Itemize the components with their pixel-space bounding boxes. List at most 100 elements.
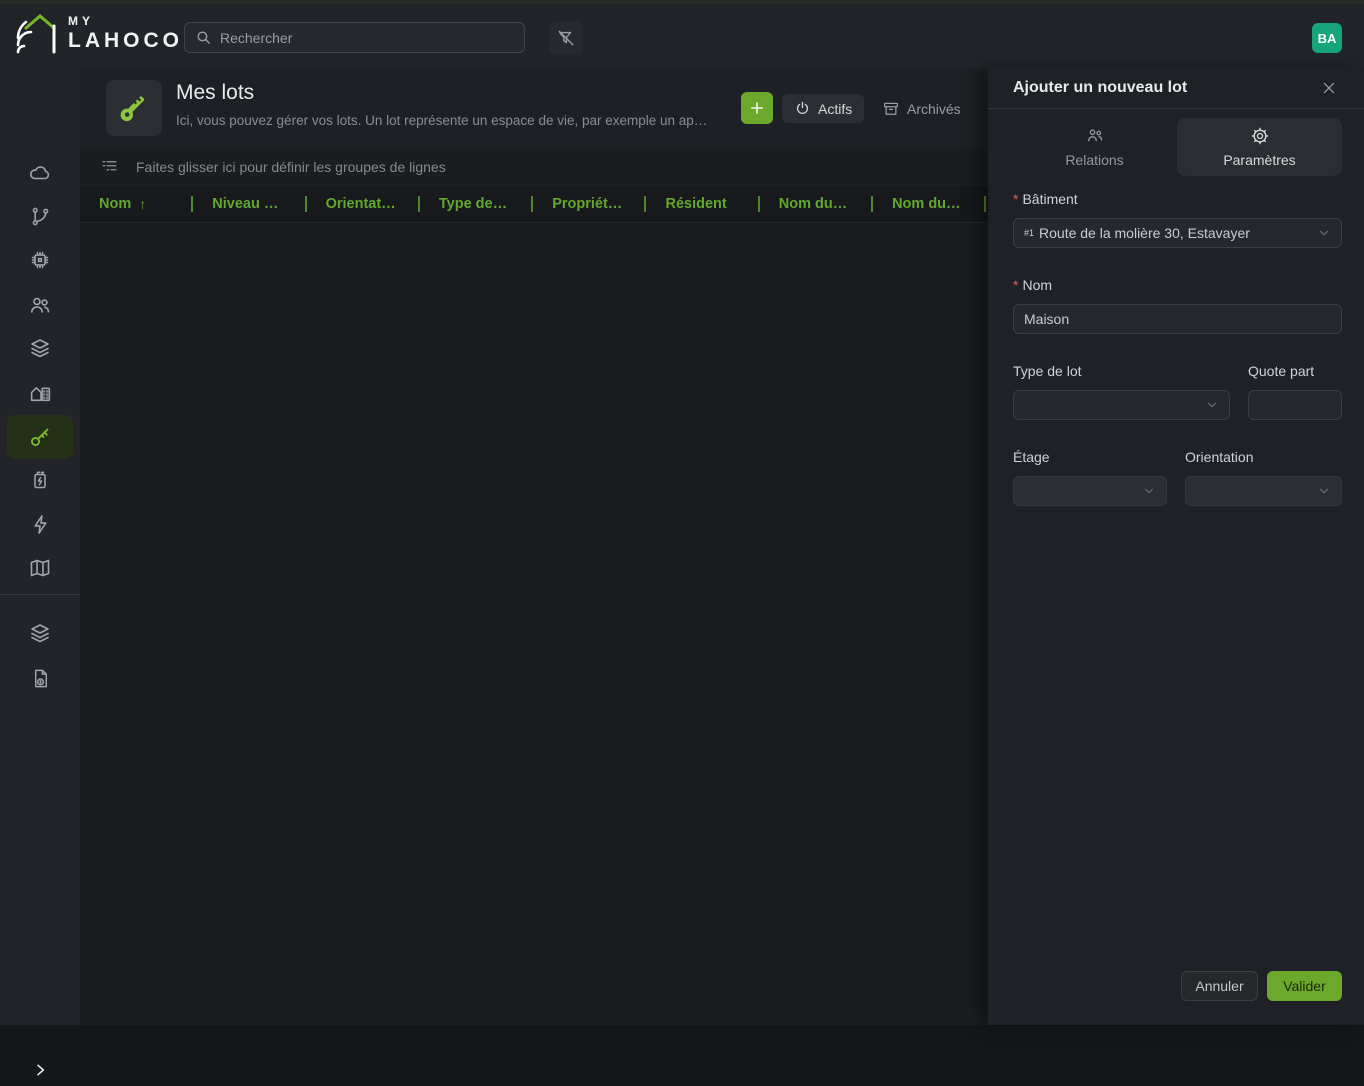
page-title: Mes lots bbox=[176, 81, 254, 105]
batiment-select[interactable]: #1 Route de la molière 30, Estavayer bbox=[1013, 218, 1342, 248]
sidebar-item-building-meter[interactable] bbox=[0, 375, 80, 409]
chevron-right-icon bbox=[32, 1062, 48, 1078]
sidebar-collapse-button[interactable] bbox=[0, 1054, 80, 1086]
group-rows-icon bbox=[100, 157, 119, 176]
user-avatar[interactable]: BA bbox=[1312, 23, 1342, 53]
submit-button[interactable]: Valider bbox=[1267, 971, 1342, 1001]
search-icon bbox=[195, 29, 212, 46]
main-content: Mes lots Ici, vous pouvez gérer vos lots… bbox=[80, 68, 988, 1025]
nom-input[interactable] bbox=[1024, 311, 1331, 327]
required-asterisk: * bbox=[1013, 277, 1018, 293]
relations-icon bbox=[1085, 126, 1105, 146]
invoice-icon bbox=[29, 667, 52, 690]
filter-slash-icon bbox=[556, 28, 576, 48]
sidebar bbox=[0, 68, 80, 1025]
sidebar-item-lots[interactable] bbox=[7, 415, 73, 459]
key-icon bbox=[117, 91, 151, 125]
add-lot-panel: Ajouter un nouveau lot Relations Paramèt… bbox=[988, 68, 1364, 1025]
grid-column-header[interactable]: Type de… bbox=[420, 186, 533, 222]
orientation-label: Orientation bbox=[1185, 449, 1253, 465]
nom-label: *Nom bbox=[1013, 277, 1052, 293]
chevron-down-icon bbox=[1142, 484, 1156, 498]
key-icon bbox=[28, 425, 52, 449]
bolt-icon bbox=[29, 513, 52, 536]
required-asterisk: * bbox=[1013, 191, 1018, 207]
filter-archives-button[interactable]: Archivés bbox=[870, 94, 973, 123]
layers-icon bbox=[28, 336, 52, 360]
sidebar-item-users[interactable] bbox=[0, 288, 80, 322]
logo-brand: LAHOCO bbox=[68, 30, 183, 51]
panel-title: Ajouter un nouveau lot bbox=[1013, 79, 1187, 97]
close-icon bbox=[1321, 80, 1337, 96]
gear-icon bbox=[1250, 126, 1270, 146]
quote-part-input[interactable] bbox=[1259, 397, 1331, 413]
tab-relations-label: Relations bbox=[1065, 152, 1123, 168]
grid-body-empty[interactable] bbox=[80, 222, 988, 1025]
sidebar-item-energy[interactable] bbox=[0, 507, 80, 541]
chip-icon bbox=[28, 248, 52, 272]
etage-label: Étage bbox=[1013, 449, 1050, 465]
batiment-label: *Bâtiment bbox=[1013, 191, 1078, 207]
grid-column-header[interactable]: Nom du… bbox=[760, 186, 873, 222]
row-group-hint: Faites glisser ici pour définir les grou… bbox=[136, 159, 446, 175]
sidebar-divider bbox=[0, 594, 80, 595]
clear-filters-button[interactable] bbox=[549, 21, 583, 55]
logo-my: MY bbox=[68, 15, 183, 27]
sidebar-item-battery[interactable] bbox=[0, 463, 80, 497]
tab-relations[interactable]: Relations bbox=[1012, 118, 1177, 176]
orientation-select[interactable] bbox=[1185, 476, 1342, 506]
chevron-down-icon bbox=[1317, 484, 1331, 498]
filter-archives-label: Archivés bbox=[907, 101, 961, 117]
users-icon bbox=[28, 293, 52, 317]
lots-grid: Faites glisser ici pour définir les grou… bbox=[80, 148, 988, 1025]
power-icon bbox=[794, 100, 811, 117]
plus-icon bbox=[748, 99, 766, 117]
grid-column-header[interactable]: Propriét… bbox=[533, 186, 646, 222]
lahoco-house-icon bbox=[14, 10, 58, 56]
sidebar-item-devices[interactable] bbox=[0, 243, 80, 277]
type-de-lot-select[interactable] bbox=[1013, 390, 1230, 420]
sidebar-item-invoices[interactable] bbox=[0, 661, 80, 695]
battery-icon bbox=[28, 468, 52, 492]
type-de-lot-label: Type de lot bbox=[1013, 363, 1082, 379]
etage-select[interactable] bbox=[1013, 476, 1167, 506]
row-group-drop-zone[interactable]: Faites glisser ici pour définir les grou… bbox=[80, 148, 988, 186]
batiment-tag: #1 bbox=[1024, 228, 1034, 238]
search-input[interactable] bbox=[220, 30, 514, 46]
topbar: MY LAHOCO BA bbox=[0, 4, 1364, 68]
grid-column-header[interactable]: Résident bbox=[646, 186, 759, 222]
cancel-button[interactable]: Annuler bbox=[1181, 971, 1258, 1001]
sidebar-item-layers[interactable] bbox=[0, 331, 80, 365]
quote-part-label: Quote part bbox=[1248, 363, 1314, 379]
grid-column-header[interactable]: Nom du… bbox=[873, 186, 986, 222]
grid-column-header[interactable]: Niveau … bbox=[193, 186, 306, 222]
cloud-icon bbox=[28, 161, 52, 185]
global-search[interactable] bbox=[184, 22, 525, 53]
grid-column-header[interactable]: Nom↑ bbox=[80, 186, 193, 222]
batiment-value: Route de la molière 30, Estavayer bbox=[1039, 225, 1250, 241]
grid-column-header[interactable]: Orientat… bbox=[307, 186, 420, 222]
sort-asc-icon: ↑ bbox=[139, 196, 146, 212]
quote-part-field[interactable] bbox=[1248, 390, 1342, 420]
sidebar-item-map[interactable] bbox=[0, 551, 80, 585]
nom-field[interactable] bbox=[1013, 304, 1342, 334]
add-lot-button[interactable] bbox=[741, 92, 773, 124]
page-icon-tile bbox=[106, 80, 162, 136]
app-logo[interactable]: MY LAHOCO bbox=[14, 10, 183, 56]
app-root: MY LAHOCO BA bbox=[0, 0, 1364, 1025]
chevron-down-icon bbox=[1205, 398, 1219, 412]
close-panel-button[interactable] bbox=[1318, 77, 1340, 99]
page-subtitle: Ici, vous pouvez gérer vos lots. Un lot … bbox=[176, 113, 736, 128]
panel-tabs: Relations Paramètres bbox=[1012, 118, 1342, 176]
sidebar-item-layers-alt[interactable] bbox=[0, 616, 80, 650]
layers-alt-icon bbox=[28, 621, 52, 645]
sidebar-item-cloud[interactable] bbox=[0, 156, 80, 190]
panel-header: Ajouter un nouveau lot bbox=[988, 68, 1364, 109]
tab-parametres[interactable]: Paramètres bbox=[1177, 118, 1342, 176]
logo-text: MY LAHOCO bbox=[68, 15, 183, 51]
chevron-down-icon bbox=[1317, 226, 1331, 240]
tab-parametres-label: Paramètres bbox=[1223, 152, 1295, 168]
filter-actifs-button[interactable]: Actifs bbox=[782, 94, 864, 123]
git-branch-icon bbox=[29, 205, 52, 228]
sidebar-item-network[interactable] bbox=[0, 199, 80, 233]
